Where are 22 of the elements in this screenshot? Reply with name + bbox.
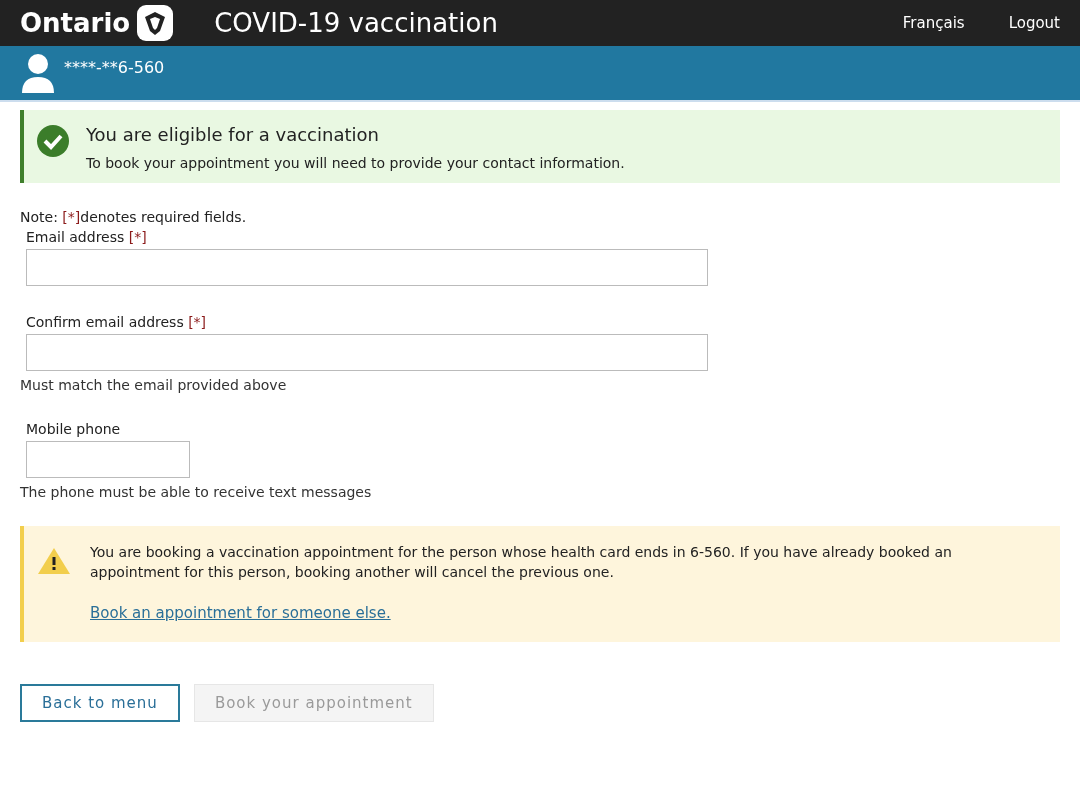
- header-link[interactable]: Français: [902, 14, 965, 32]
- input-field[interactable]: [26, 249, 708, 286]
- field-label: Confirm email address [*]: [26, 314, 208, 330]
- warning-icon: [36, 546, 72, 576]
- warning-message: You are booking a vaccination appointment for the person whose health card ends in 6-560. If you have already booked an appointment for this person, booking another will cancel the previous one.: [90, 543, 953, 582]
- check-circle-icon: [36, 124, 70, 158]
- header-link[interactable]: Logout: [1008, 14, 1060, 32]
- user-icon: [20, 53, 56, 93]
- field-label: Mobile phone: [26, 421, 122, 437]
- field-hint: The phone must be able to receive text messages: [20, 484, 373, 500]
- health-card-number: ****-**6-560: [64, 57, 165, 77]
- field-label: Email address [*]: [26, 229, 148, 245]
- alert-message: To book your appointment you will need to provide your contact information.: [86, 154, 625, 173]
- brand-name: Ontario: [20, 8, 131, 38]
- field-hint: Must match the email provided above: [20, 377, 288, 393]
- alert-title: You are eligible for a vaccination: [86, 124, 380, 145]
- input-field[interactable]: [26, 441, 190, 478]
- page-title: COVID-19 vaccination: [214, 8, 499, 38]
- input-field[interactable]: [26, 334, 708, 371]
- someone-else-link[interactable]: Book an appointment for someone else.: [90, 604, 391, 622]
- required-note: Note: [*]denotes required fields.: [20, 209, 248, 225]
- action-button[interactable]: Back to menu: [20, 684, 180, 722]
